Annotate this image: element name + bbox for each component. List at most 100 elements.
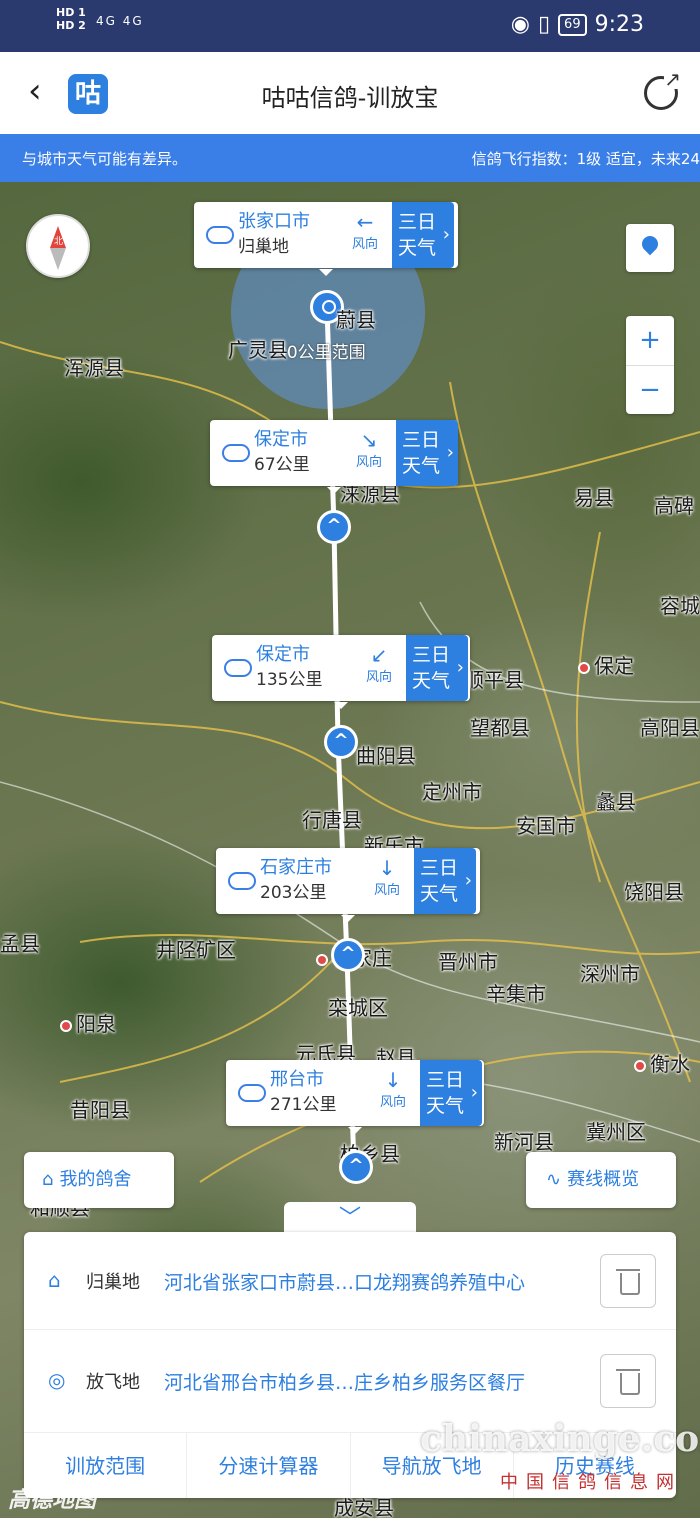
compass-label: 北 [54, 237, 64, 247]
three-day-weather-button[interactable]: 三日 天气 [420, 1060, 482, 1126]
place-label: 定州市 [422, 780, 482, 804]
route-waypoint-icon[interactable]: ^ [331, 938, 365, 972]
tab-speed-calculator[interactable]: 分速计算器 [187, 1433, 351, 1498]
banner-left-text: 与城市天气可能有差异。 [22, 150, 188, 168]
wind-arrow-icon: ↓ [384, 1068, 402, 1092]
cloud-icon [226, 1060, 270, 1126]
place-label: 深州市 [580, 962, 640, 986]
place-label: 辛集市 [486, 982, 546, 1006]
place-label: 蔚县 [336, 308, 376, 332]
wind-arrow-icon: ↘ [360, 428, 378, 452]
place-label: 栾城区 [328, 996, 388, 1020]
place-label: 广灵县 [228, 338, 288, 362]
wind-arrow-icon: ↓ [378, 856, 396, 880]
status-bar: HD 1 HD 2 4G 4G ◉ ▯ 69 9:23 [0, 0, 700, 52]
eye-icon: ◉ [510, 12, 530, 37]
place-label: 顺平县 [464, 668, 524, 692]
card-city: 张家口市 [238, 211, 310, 232]
route-icon: ∿ [546, 1169, 562, 1190]
place-label: 孟县 [0, 932, 40, 956]
card-sub: 271公里 [270, 1095, 337, 1115]
card-city: 邢台市 [270, 1069, 324, 1090]
home-value[interactable]: 河北省张家口市蔚县…口龙翔赛鸽养殖中心 [164, 1268, 525, 1295]
place-label: 蠡县 [596, 790, 636, 814]
my-loft-label: 我的鸽舍 [59, 1169, 132, 1190]
zoom-control: + − [626, 316, 674, 414]
weather-card[interactable]: 石家庄市 203公里 ↓ 风向 三日 天气 [216, 848, 480, 922]
watermark-cn: 中国信鸽信息网 [500, 1472, 682, 1493]
wind-label: 风向 [355, 455, 382, 470]
place-label: 饶阳县 [624, 880, 684, 904]
card-city: 保定市 [254, 429, 308, 450]
weather-card[interactable]: 保定市 67公里 ↘ 风向 三日 天气 [210, 420, 458, 494]
home-icon: ⌂ [48, 1268, 61, 1292]
compass-south [50, 248, 66, 270]
wind-label: 风向 [351, 237, 378, 252]
city-label: 衡水 [634, 1048, 690, 1077]
route-waypoint-icon[interactable]: ^ [317, 510, 351, 544]
weather-banner: 与城市天气可能有差异。 信鸽飞行指数：1级 适宜，未来24 [0, 134, 700, 182]
three-day-weather-button[interactable]: 三日 天气 [396, 420, 458, 486]
page-title: 咕咕信鸽-训放宝 [261, 84, 439, 112]
share-icon[interactable] [644, 69, 681, 110]
release-row[interactable]: ◎ 放飞地 河北省邢台市柏乡县…庄乡柏乡服务区餐厅 [24, 1332, 676, 1430]
place-label: 新河县 [494, 1130, 554, 1154]
zoom-out-button[interactable]: − [626, 365, 674, 414]
place-label: 高碑 [654, 494, 694, 518]
wind-arrow-icon: ↙ [370, 643, 388, 667]
home-label: 归巢地 [86, 1272, 140, 1293]
place-label: 昔阳县 [70, 1098, 130, 1122]
amap-logo: 高德地图 [8, 1488, 97, 1513]
release-label: 放飞地 [86, 1372, 140, 1393]
route-overview-button[interactable]: ∿ 赛线概览 [526, 1152, 676, 1208]
place-label: 望都县 [470, 716, 530, 740]
locate-button[interactable] [626, 224, 674, 272]
three-day-weather-button[interactable]: 三日 天气 [392, 202, 454, 268]
card-sub: 67公里 [254, 455, 310, 475]
place-label: 高阳县 [640, 716, 700, 740]
route-overview-label: 赛线概览 [567, 1169, 640, 1190]
home-icon: ⌂ [42, 1169, 54, 1190]
weather-card[interactable]: 张家口市归巢地 ← 风向 三日 天气 [194, 202, 458, 276]
wind-label: 风向 [379, 1095, 406, 1110]
cloud-icon [216, 848, 260, 914]
location-pin-icon: ◎ [48, 1368, 66, 1392]
card-city: 石家庄市 [260, 857, 332, 878]
vibrate-icon: ▯ [537, 12, 551, 37]
place-label: 易县 [574, 486, 614, 510]
card-sub: 135公里 [256, 670, 323, 690]
watermark-domain: chinaxinge.com [420, 1418, 700, 1460]
delete-release-button[interactable] [600, 1354, 656, 1408]
card-sub: 归巢地 [238, 237, 289, 257]
battery-icon: 69 [558, 13, 587, 36]
status-time: 9:23 [594, 12, 644, 37]
place-label: 晋州市 [438, 950, 498, 974]
release-value[interactable]: 河北省邢台市柏乡县…庄乡柏乡服务区餐厅 [164, 1368, 525, 1395]
signal-icon: 4G 4G [96, 14, 144, 28]
wind-label: 风向 [373, 883, 400, 898]
three-day-weather-button[interactable]: 三日 天气 [406, 635, 468, 701]
place-label: 浑源县 [64, 356, 124, 380]
status-right: ◉ ▯ 69 9:23 [511, 12, 644, 37]
compass-icon[interactable]: 北 [26, 214, 90, 278]
place-label: 容城 [660, 594, 700, 618]
route-waypoint-icon[interactable]: ^ [339, 1150, 373, 1184]
place-label: 安国市 [516, 814, 576, 838]
cloud-icon [210, 420, 254, 486]
three-day-weather-button[interactable]: 三日 天气 [414, 848, 476, 914]
card-sub: 203公里 [260, 883, 327, 903]
cloud-icon [212, 635, 256, 701]
my-loft-button[interactable]: ⌂ 我的鸽舍 [24, 1152, 174, 1208]
card-city: 保定市 [256, 644, 310, 665]
weather-card[interactable]: 保定市 135公里 ↙ 风向 三日 天气 [212, 635, 470, 709]
wind-arrow-icon: ← [356, 210, 374, 234]
place-label: 行唐县 [302, 808, 362, 832]
home-row[interactable]: ⌂ 归巢地 河北省张家口市蔚县…口龙翔赛鸽养殖中心 [24, 1232, 676, 1330]
weather-card[interactable]: 邢台市 271公里 ↓ 风向 三日 天气 [226, 1060, 484, 1134]
place-label: 井陉矿区 [156, 938, 236, 962]
map-view[interactable]: 30公里范围 蔚县 广灵县 浑源县 涞源县 易县 高碑 容城 顺平县 保定 望都… [0, 182, 700, 1518]
range-label: 30公里范围 [276, 343, 366, 363]
zoom-in-button[interactable]: + [626, 316, 674, 365]
route-waypoint-icon[interactable]: ^ [324, 725, 358, 759]
delete-home-button[interactable] [600, 1254, 656, 1308]
